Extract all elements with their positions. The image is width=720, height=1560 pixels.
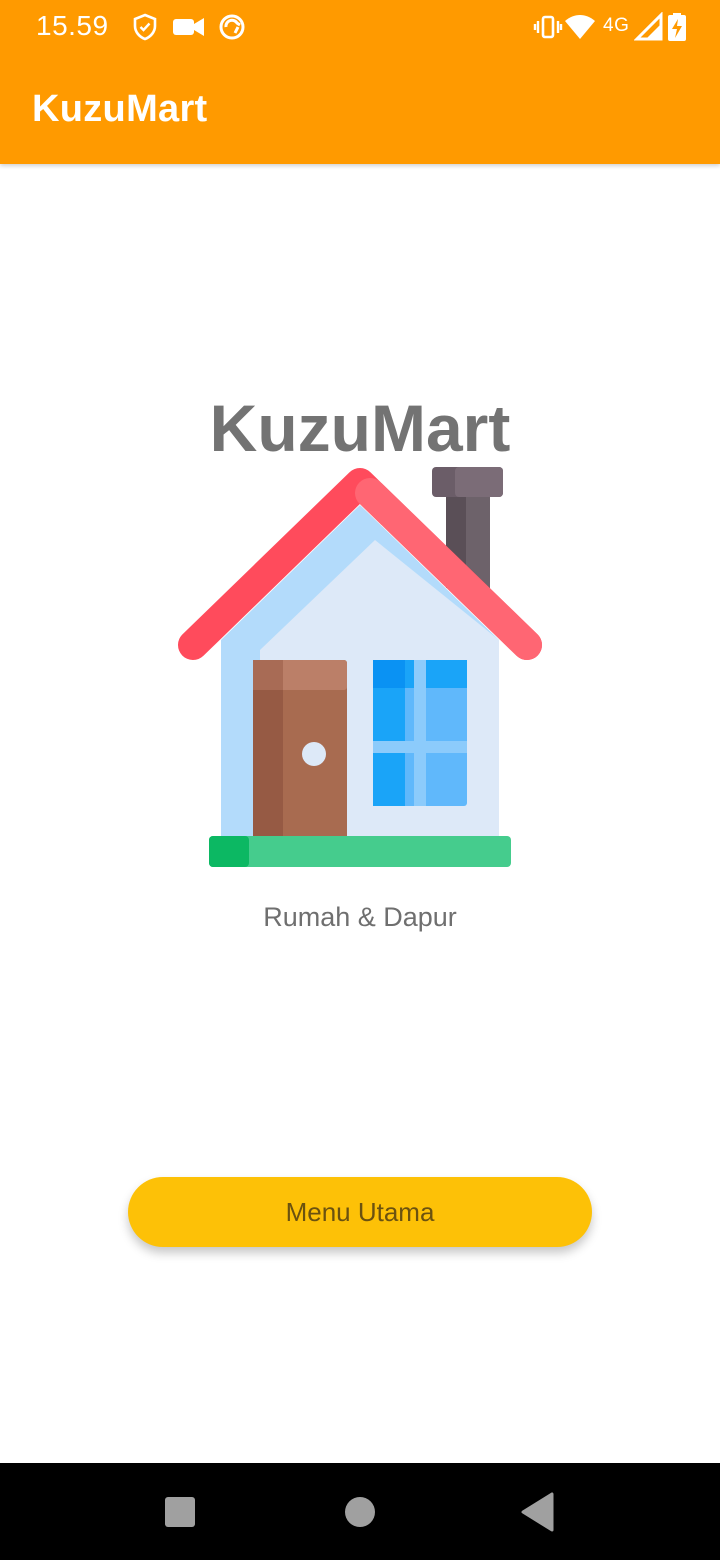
signal-icon xyxy=(634,12,663,41)
battery-charging-icon xyxy=(668,13,686,41)
splash-subtitle: Rumah & Dapur xyxy=(263,902,457,932)
system-navigation-bar xyxy=(0,1463,720,1560)
status-time: 15.59 xyxy=(36,10,109,41)
main-menu-button[interactable]: Menu Utama xyxy=(128,1177,592,1247)
app-title: KuzuMart xyxy=(32,88,208,130)
sync-icon xyxy=(219,14,245,40)
splash-title: KuzuMart xyxy=(209,391,511,465)
status-bar: 15.59 4G xyxy=(0,0,720,54)
house-icon xyxy=(178,467,542,867)
screen: 15.59 4G KuzuMart KuzuMart Rumah & Dapur… xyxy=(0,0,720,1560)
network-type: 4G xyxy=(603,15,630,36)
back-icon[interactable] xyxy=(497,1463,577,1560)
recents-icon[interactable] xyxy=(140,1463,220,1560)
video-camera-icon xyxy=(173,18,204,36)
wifi-icon xyxy=(565,15,595,39)
vibrate-icon xyxy=(533,15,563,39)
app-bar: 15.59 4G KuzuMart xyxy=(0,0,720,164)
home-icon[interactable] xyxy=(320,1463,400,1560)
shield-check-icon xyxy=(133,13,157,41)
